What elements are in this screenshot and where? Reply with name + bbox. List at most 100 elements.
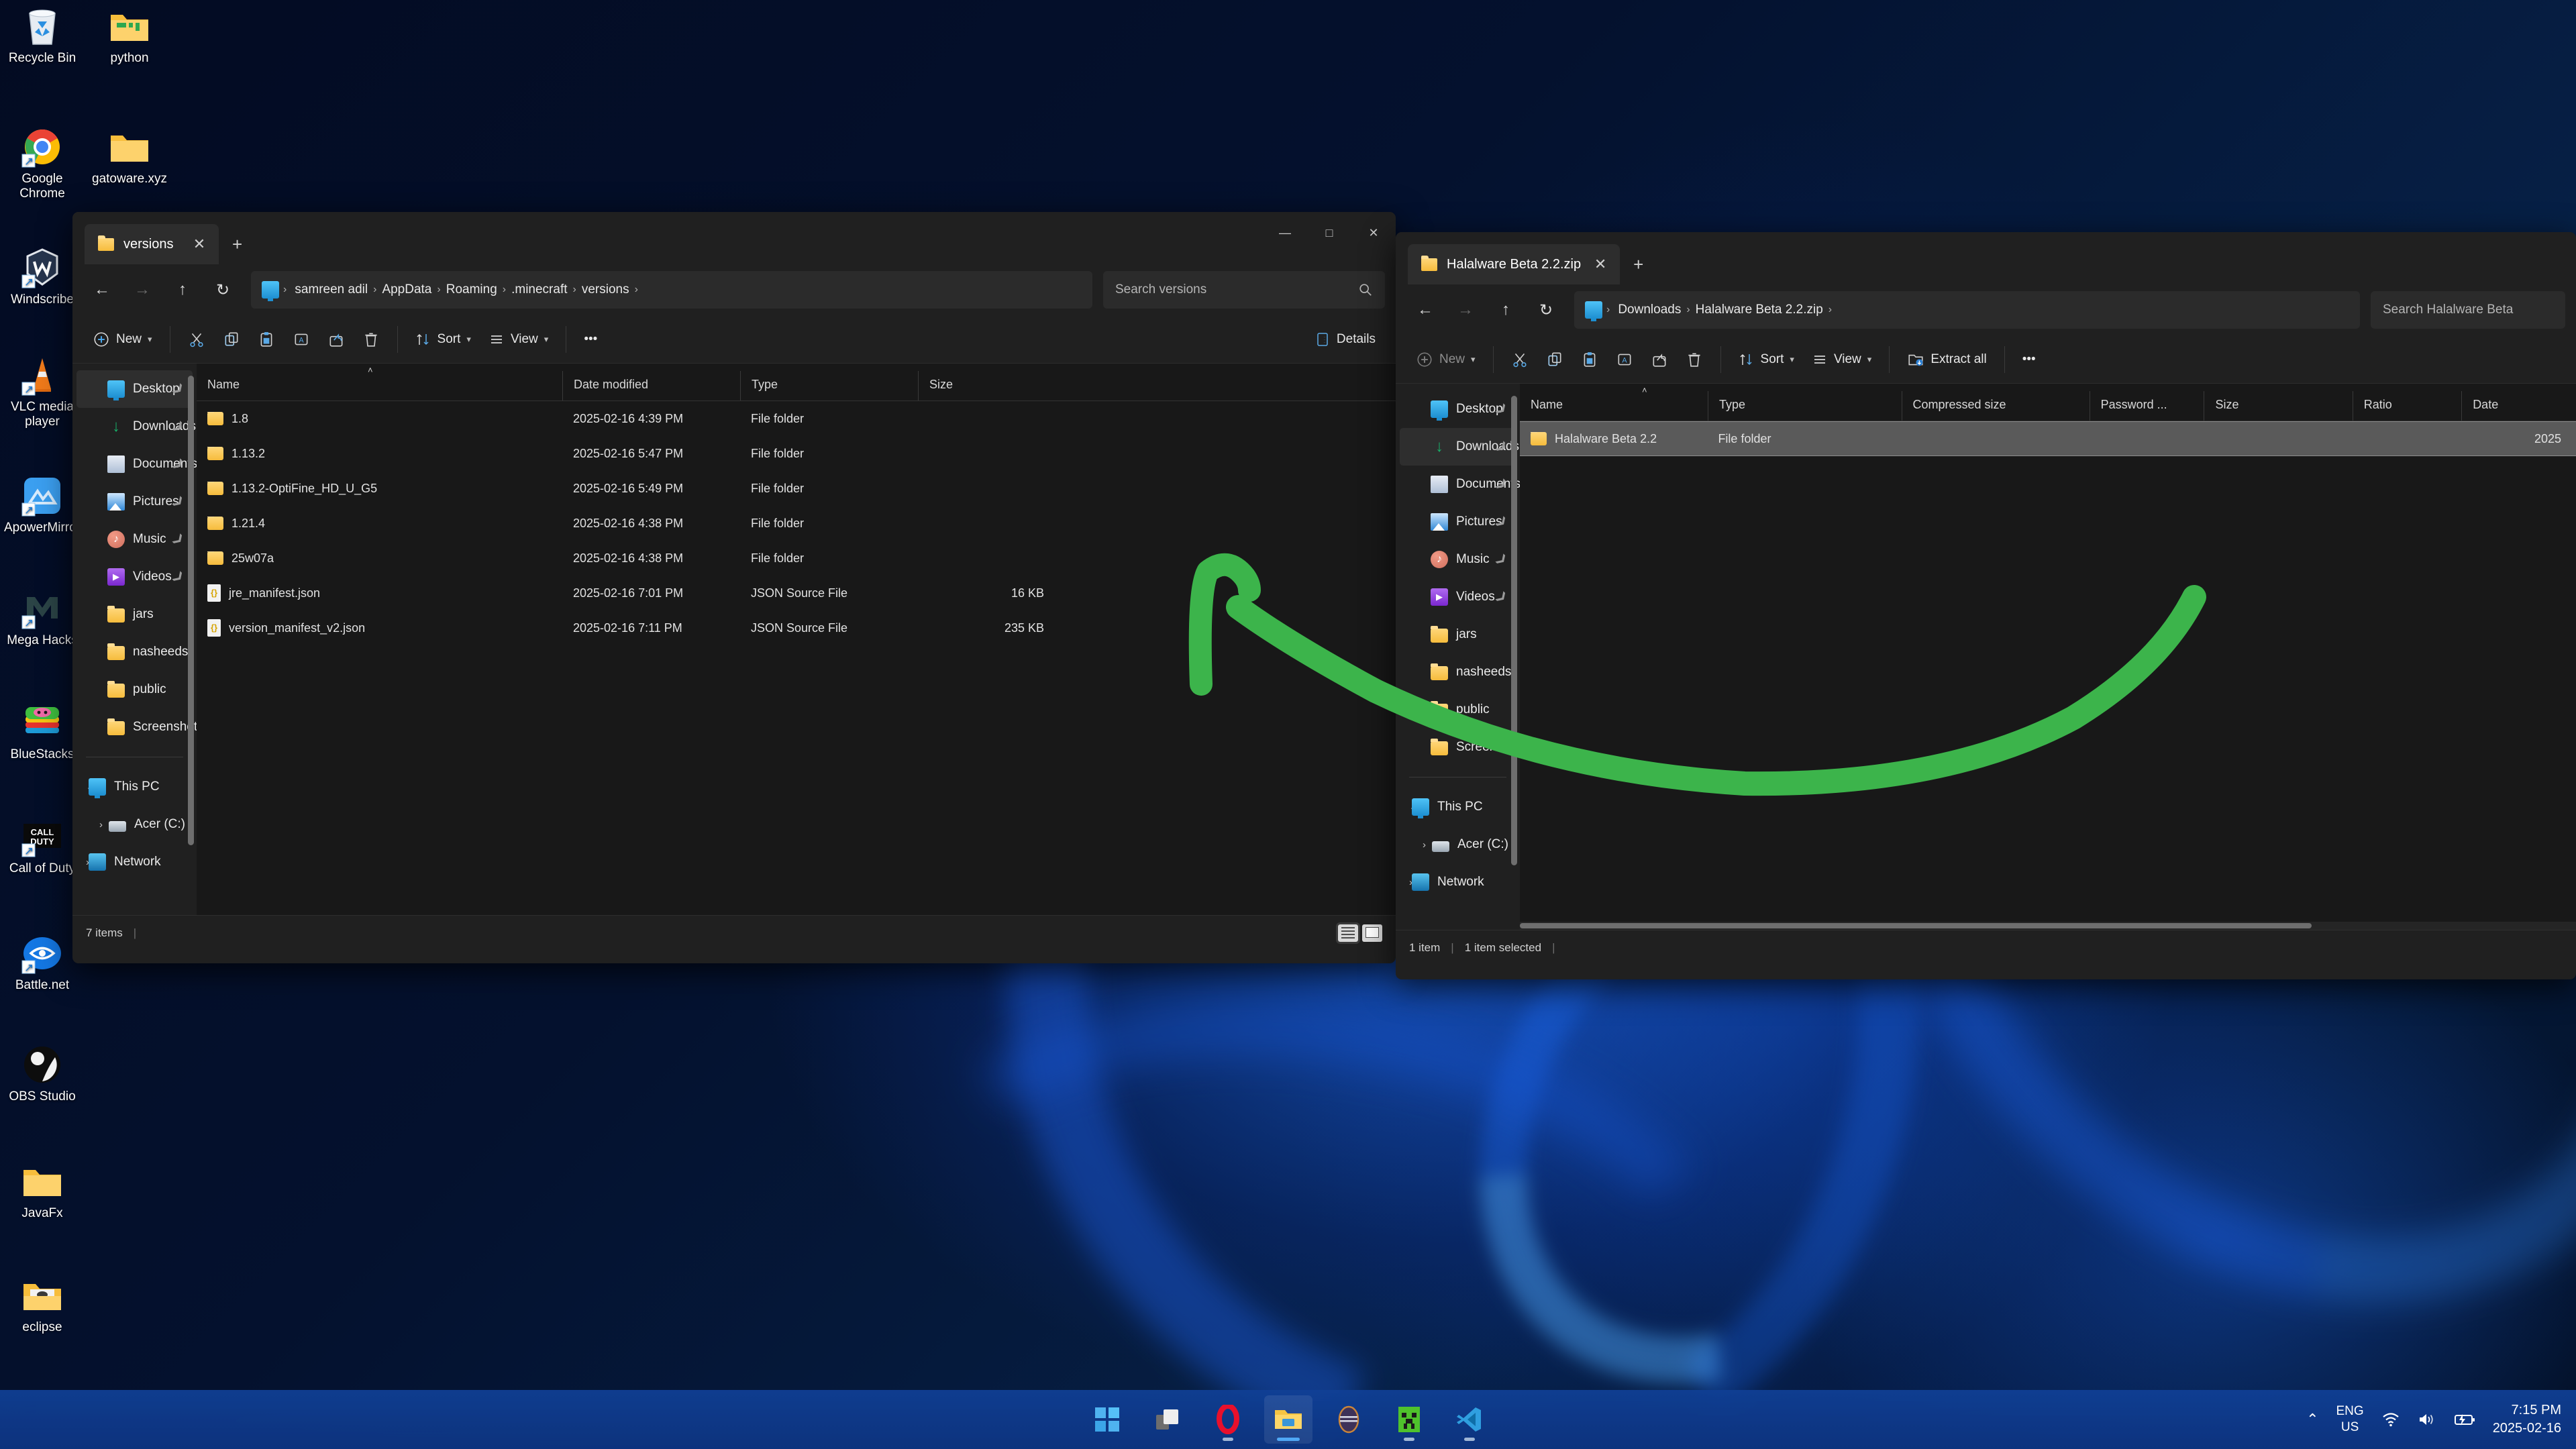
window2-titlebar[interactable]: Halalware Beta 2.2.zip ✕ +	[1396, 232, 2576, 284]
tab-close-icon[interactable]: ✕	[1590, 256, 1610, 273]
sidebar-item-public[interactable]: public	[76, 671, 193, 708]
window1-sidebar[interactable]: Desktop ❯ ↓ Downloads ❯ Documents ❯ Pictures ❯ ♪ M…	[72, 364, 204, 915]
table-row[interactable]: 1.13.2 2025-02-16 5:47 PM File folder	[197, 436, 1396, 471]
window1-controls[interactable]: — □ ✕	[1263, 212, 1396, 254]
column-headers[interactable]: Name Type Compressed size Password ... Size R…	[1520, 384, 2576, 421]
column-header-date[interactable]: Date	[2461, 391, 2576, 421]
column-headers[interactable]: Name Date modified Type Size ˄	[197, 364, 1396, 401]
desktop-icon-gatoware-xyz[interactable]: gatoware.xyz	[87, 126, 172, 186]
breadcrumb-item[interactable]: .minecraft	[507, 282, 571, 297]
sidebar-item-jars[interactable]: jars	[76, 596, 193, 633]
rename-button[interactable]: A	[1608, 342, 1641, 377]
address-bar[interactable]: › samreen adil › AppData › Roaming › .minecraf…	[251, 271, 1092, 309]
window1-navbar[interactable]: ← → ↑ ↻ › samreen adil › AppData › Roaming ›.…	[72, 264, 1396, 315]
window1-toolbar[interactable]: New ▾ A Sort ▾ View ▾ ••• Details	[72, 315, 1396, 364]
close-button[interactable]: ✕	[1351, 212, 1396, 254]
sidebar-tree-item-network[interactable]: › Network	[1400, 863, 1516, 901]
forward-button[interactable]: →	[123, 271, 161, 309]
taskbar-apps[interactable]	[1083, 1395, 1494, 1444]
maximize-button[interactable]: □	[1307, 212, 1351, 254]
column-header-password-[interactable]: Password ...	[2089, 391, 2204, 421]
taskbar[interactable]: ⌃ ENG US 7:15 PM 2025-02-16	[0, 1390, 2576, 1449]
desktop-icon-eclipse[interactable]: eclipse	[0, 1275, 85, 1335]
sidebar-item-downloads[interactable]: ↓ Downloads ❯	[1400, 428, 1519, 466]
sort-button[interactable]: Sort ▾	[407, 322, 479, 357]
table-row[interactable]: {} jre_manifest.json 2025-02-16 7:01 PM JSO…	[197, 576, 1396, 610]
column-header-ratio[interactable]: Ratio	[2352, 391, 2461, 421]
view-button[interactable]: View ▾	[480, 322, 556, 357]
chevron-right-icon[interactable]: ›	[99, 819, 103, 830]
volume-icon[interactable]	[2418, 1411, 2436, 1428]
new-tab-button[interactable]: +	[1620, 244, 1657, 284]
breadcrumb-item[interactable]: samreen adil	[291, 282, 372, 297]
search-input[interactable]: Search Halalware Beta	[2371, 291, 2565, 329]
sidebar-item-nasheeds[interactable]: nasheeds	[76, 633, 193, 671]
column-header-name[interactable]: Name	[1520, 391, 1708, 421]
window2-tabstrip[interactable]: Halalware Beta 2.2.zip ✕ +	[1396, 232, 1657, 284]
sidebar-tree-item-acer-c-[interactable]: › Acer (C:)	[1400, 826, 1516, 863]
column-header-type[interactable]: Type	[740, 371, 918, 400]
details-pane-button[interactable]: Details	[1306, 322, 1384, 357]
minecraft-launcher-button[interactable]	[1325, 1395, 1373, 1444]
delete-button[interactable]	[1678, 342, 1711, 377]
pin-icon[interactable]: ❯	[170, 569, 187, 585]
sort-button[interactable]: Sort ▾	[1731, 342, 1802, 377]
column-header-size[interactable]: Size	[918, 371, 1059, 400]
share-button[interactable]	[1643, 342, 1676, 377]
details-view-toggle[interactable]	[1362, 924, 1382, 942]
sidebar-item-jars[interactable]: jars	[1400, 616, 1516, 653]
column-header-name[interactable]: Name	[197, 371, 562, 400]
sidebar-item-videos[interactable]: ▶ Videos ❯	[76, 558, 193, 596]
window2-sidebar[interactable]: Desktop ❯ ↓ Downloads ❯ Documents ❯ Pictures ❯ ♪ M…	[1396, 384, 1527, 930]
quick-access-list[interactable]: Desktop ❯ ↓ Downloads ❯ Documents ❯ Pictures ❯ ♪ M…	[72, 370, 204, 746]
system-tray[interactable]: ⌃ ENG US 7:15 PM 2025-02-16	[2306, 1401, 2561, 1438]
paste-button[interactable]	[250, 322, 283, 357]
language-indicator[interactable]: ENG US	[2336, 1403, 2364, 1436]
pin-icon[interactable]: ❯	[1494, 589, 1510, 605]
horizontal-scrollbar[interactable]	[1520, 922, 2576, 930]
table-row[interactable]: {} version_manifest_v2.json 2025-02-16 7:1…	[197, 610, 1396, 645]
table-row[interactable]: 1.13.2-OptiFine_HD_U_G5 2025-02-16 5:49 P…	[197, 471, 1396, 506]
show-hidden-icons-button[interactable]: ⌃	[2306, 1411, 2318, 1428]
table-row[interactable]: Halalware Beta 2.2 File folder 2025	[1520, 421, 2576, 456]
sidebar-item-videos[interactable]: ▶ Videos ❯	[1400, 578, 1516, 616]
more-button[interactable]: •••	[576, 322, 605, 357]
window1-file-list[interactable]: Name Date modified Type Size ˄ 1.8 2025-02-16…	[197, 364, 1396, 915]
column-header-size[interactable]: Size	[2204, 391, 2352, 421]
sidebar-item-music[interactable]: ♪ Music ❯	[76, 521, 193, 558]
back-button[interactable]: ←	[83, 271, 121, 309]
tab-close-icon[interactable]: ✕	[189, 235, 209, 253]
cut-button[interactable]	[180, 322, 213, 357]
sidebar-scrollbar[interactable]	[188, 376, 194, 845]
pin-icon[interactable]: ❯	[170, 531, 187, 547]
up-button[interactable]: ↑	[164, 271, 201, 309]
tab-halalware-zip[interactable]: Halalware Beta 2.2.zip ✕	[1408, 244, 1620, 284]
table-row[interactable]: 25w07a 2025-02-16 4:38 PM File folder	[197, 541, 1396, 576]
breadcrumb-item[interactable]: Halalware Beta 2.2.zip	[1692, 303, 1827, 317]
copy-button[interactable]	[215, 322, 248, 357]
sidebar-item-desktop[interactable]: Desktop ❯	[1400, 390, 1516, 428]
task-view-button[interactable]	[1143, 1395, 1192, 1444]
rename-button[interactable]: A	[285, 322, 318, 357]
sidebar-item-documents[interactable]: Documents ❯	[76, 445, 197, 483]
file-explorer-window-halalware-zip[interactable]: Halalware Beta 2.2.zip ✕ + ← → ↑ ↻ › Dow…	[1396, 232, 2576, 979]
wifi-icon[interactable]	[2381, 1411, 2400, 1428]
extract-all-button[interactable]: Extract all	[1899, 342, 1994, 377]
sidebar-tree-item-this-pc[interactable]: ⌄This PC	[76, 768, 193, 806]
view-button[interactable]: View ▾	[1804, 342, 1879, 377]
column-header-compressed-size[interactable]: Compressed size	[1901, 391, 2090, 421]
window2-file-list[interactable]: Name Type Compressed size Password ... Size R…	[1520, 384, 2576, 930]
breadcrumb[interactable]: samreen adil › AppData › Roaming › .minecraft ›…	[291, 282, 639, 297]
desktop-icon-python[interactable]: python	[87, 5, 172, 66]
file-explorer-button[interactable]	[1264, 1395, 1312, 1444]
sidebar-item-nasheeds[interactable]: nasheeds	[1400, 653, 1516, 691]
back-button[interactable]: ←	[1406, 291, 1444, 329]
sidebar-tree-item-acer-c-[interactable]: › Acer (C:)	[76, 806, 193, 843]
list-view-toggle[interactable]	[1336, 922, 1360, 944]
refresh-button[interactable]: ↻	[1527, 291, 1565, 329]
sidebar-tree[interactable]: ⌄This PC › Acer (C:) ›Network	[72, 768, 197, 881]
new-tab-button[interactable]: +	[219, 224, 256, 264]
cut-button[interactable]	[1503, 342, 1537, 377]
quick-access-list[interactable]: Desktop ❯ ↓ Downloads ❯ Documents ❯ Pictures ❯ ♪ M…	[1396, 390, 1527, 766]
file-explorer-window-versions[interactable]: versions ✕ + — □ ✕ ← → ↑ ↻ › samreen adi…	[72, 212, 1396, 963]
